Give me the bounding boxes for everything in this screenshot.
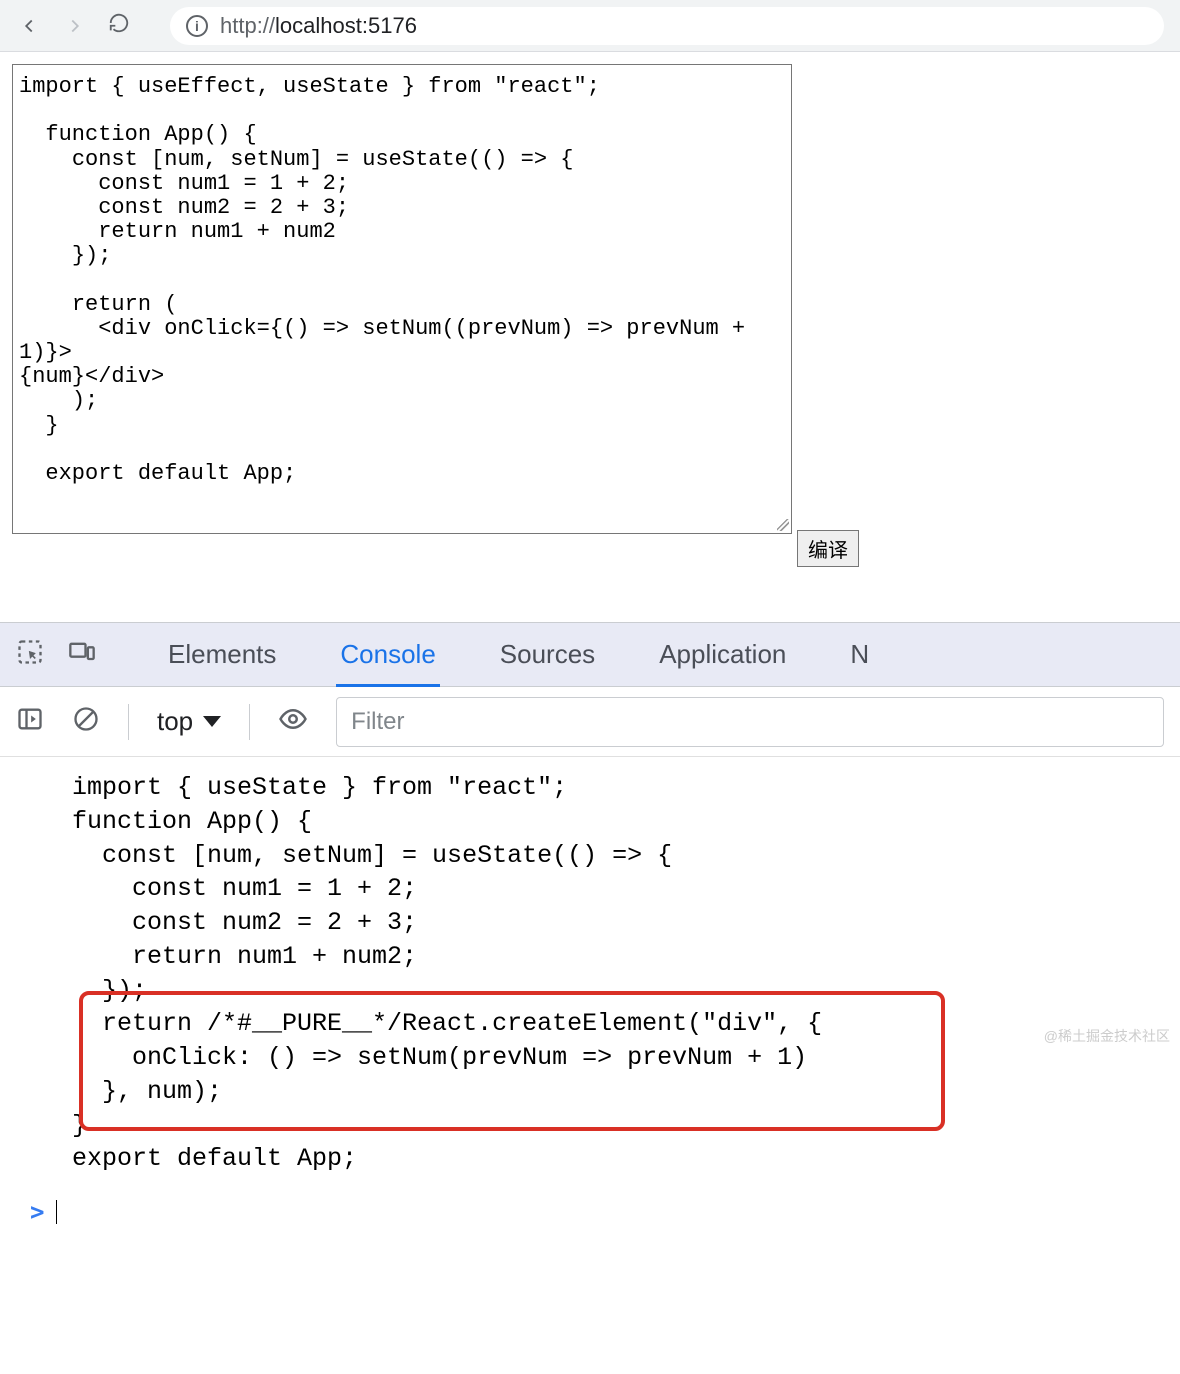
console-prompt[interactable]: >	[0, 1190, 1180, 1234]
filter-input[interactable]: Filter	[336, 697, 1164, 747]
chevron-down-icon	[203, 716, 221, 727]
console-output: import { useState } from "react"; functi…	[0, 757, 1180, 1190]
browser-toolbar: i http://localhost:5176	[0, 0, 1180, 52]
devtools-panel: Elements Console Sources Application N t…	[0, 622, 1180, 1234]
toggle-sidebar-icon[interactable]	[16, 705, 44, 738]
tab-network-partial[interactable]: N	[818, 623, 901, 686]
prompt-caret-icon: >	[30, 1198, 44, 1226]
tab-elements[interactable]: Elements	[136, 623, 308, 686]
site-info-icon[interactable]: i	[186, 15, 208, 37]
address-bar[interactable]: i http://localhost:5176	[170, 7, 1164, 45]
clear-console-icon[interactable]	[72, 705, 100, 738]
compile-button[interactable]: 编译	[797, 530, 859, 567]
resize-handle-icon[interactable]	[775, 517, 789, 531]
cursor	[56, 1200, 57, 1224]
watermark-text: @稀土掘金技术社区	[1044, 1026, 1170, 1046]
tab-application[interactable]: Application	[627, 623, 818, 686]
url-text: http://localhost:5176	[220, 13, 417, 39]
divider	[249, 704, 250, 740]
back-button[interactable]	[16, 13, 42, 39]
tab-sources[interactable]: Sources	[468, 623, 627, 686]
tab-console[interactable]: Console	[308, 623, 467, 686]
divider	[128, 704, 129, 740]
reload-button[interactable]	[108, 12, 130, 39]
device-toolbar-icon[interactable]	[68, 638, 96, 671]
forward-button[interactable]	[62, 13, 88, 39]
code-textarea[interactable]: import { useEffect, useState } from "rea…	[12, 64, 792, 534]
page-content: import { useEffect, useState } from "rea…	[0, 52, 1180, 546]
execution-context-select[interactable]: top	[157, 706, 221, 737]
context-label: top	[157, 706, 193, 737]
inspect-element-icon[interactable]	[16, 638, 44, 671]
devtools-tab-bar: Elements Console Sources Application N	[0, 623, 1180, 687]
live-expression-icon[interactable]	[278, 704, 308, 739]
console-toolbar: top Filter	[0, 687, 1180, 757]
console-log-text: import { useState } from "react"; functi…	[72, 771, 1180, 1176]
